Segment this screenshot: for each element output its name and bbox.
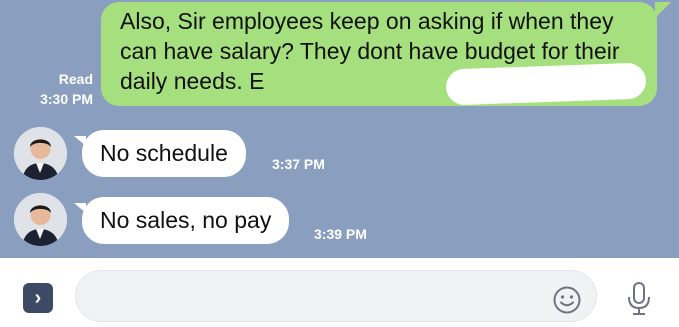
incoming-timestamp: 3:37 PM — [272, 156, 325, 172]
incoming-message-bubble[interactable]: No schedule — [74, 130, 246, 177]
outgoing-timestamp: 3:30 PM — [40, 91, 93, 107]
bubble-tail — [655, 2, 671, 18]
incoming-timestamp: 3:39 PM — [314, 226, 367, 242]
chevron-right-icon: › — [34, 286, 42, 309]
microphone-icon — [628, 282, 650, 315]
redaction-scribble — [445, 62, 647, 106]
emoji-button[interactable] — [552, 285, 582, 315]
bubble-tail — [74, 203, 86, 213]
expand-menu-button[interactable]: › — [23, 283, 53, 313]
incoming-message-text: No schedule — [100, 140, 228, 166]
microphone-button[interactable] — [625, 281, 653, 317]
incoming-message-text: No sales, no pay — [100, 207, 272, 233]
read-receipt: Read — [58, 71, 93, 87]
incoming-message-bubble[interactable]: No sales, no pay — [74, 197, 290, 244]
avatar[interactable] — [14, 193, 67, 246]
smiley-icon — [553, 286, 581, 314]
chat-area: Also, Sir employees keep on asking if wh… — [0, 0, 679, 258]
avatar[interactable] — [14, 127, 67, 180]
message-input[interactable] — [75, 270, 597, 322]
person-avatar-icon — [14, 127, 67, 180]
outgoing-message-bubble[interactable]: Also, Sir employees keep on asking if wh… — [101, 2, 671, 106]
person-avatar-icon — [14, 193, 67, 246]
bubble-tail — [74, 136, 86, 146]
